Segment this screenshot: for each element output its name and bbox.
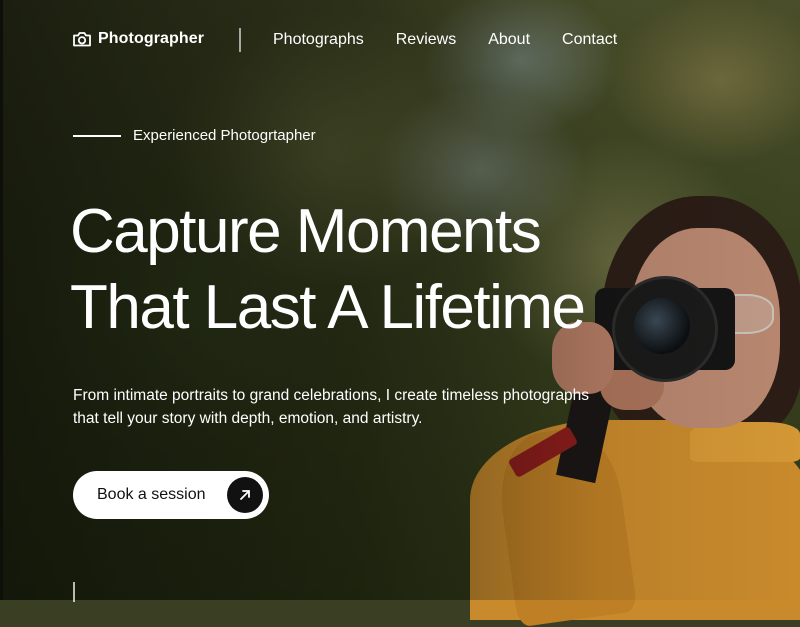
eyebrow-rule (73, 134, 121, 137)
hero-eyebrow: Experienced Photogrtapher (73, 127, 316, 144)
nav-link-about[interactable]: About (488, 31, 530, 49)
top-navigation: Photographer Photographs Reviews About C… (0, 0, 800, 80)
brand-logo-link[interactable]: Photographer (72, 30, 204, 48)
scroll-indicator (73, 582, 75, 602)
headline-line-1: Capture Moments (70, 197, 542, 266)
arrow-up-right-icon (227, 477, 263, 513)
nav-link-contact[interactable]: Contact (562, 31, 617, 49)
hero-description: From intimate portraits to grand celebra… (73, 387, 590, 427)
nav-link-reviews[interactable]: Reviews (396, 31, 456, 49)
headline-line-2: That Last A Lifetime (70, 273, 586, 342)
hero-headline: Capture Moments That Last A Lifetime (70, 194, 586, 346)
page-edge (0, 0, 3, 600)
nav-link-photographs[interactable]: Photographs (273, 31, 364, 49)
book-session-button[interactable]: Book a session (73, 471, 269, 519)
nav-divider (239, 28, 241, 52)
eyebrow-text: Experienced Photogrtapher (133, 127, 316, 144)
brand-name: Photographer (98, 30, 205, 47)
book-session-label: Book a session (97, 486, 206, 503)
nav-links: Photographs Reviews About Contact (273, 31, 617, 49)
camera-icon (72, 30, 92, 48)
